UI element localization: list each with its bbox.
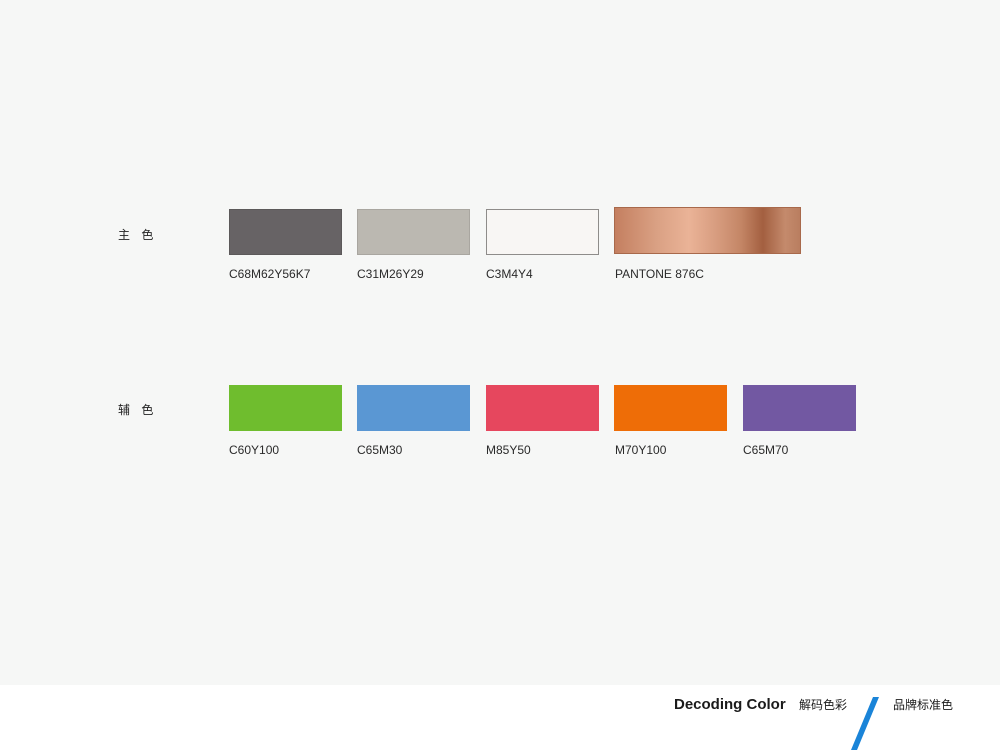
swatch-code-primary-3: C3M4Y4	[486, 267, 533, 281]
swatch-primary-4-copper	[614, 207, 801, 254]
swatch-code-secondary-1: C60Y100	[229, 443, 280, 457]
swatch-code-secondary-4: M70Y100	[615, 443, 667, 457]
swatch-code-secondary-2: C65M30	[357, 443, 403, 457]
swatch-primary-2	[357, 209, 470, 255]
secondary-color-label: 辅 色	[118, 403, 158, 417]
swatch-secondary-1	[229, 385, 342, 431]
swatch-secondary-3	[486, 385, 599, 431]
primary-color-label: 主 色	[118, 228, 158, 242]
swatch-code-primary-1: C68M62Y56K7	[229, 267, 311, 281]
footer-section-title: 品牌标准色	[893, 698, 954, 712]
swatch-secondary-5	[743, 385, 856, 431]
footer-title: Decoding Color	[674, 696, 786, 713]
swatch-code-primary-4: PANTONE 876C	[615, 267, 704, 281]
swatch-code-primary-2: C31M26Y29	[357, 267, 424, 281]
swatch-secondary-2	[357, 385, 470, 431]
swatch-primary-1	[229, 209, 342, 255]
swatch-code-secondary-5: C65M70	[743, 443, 789, 457]
swatch-code-secondary-3: M85Y50	[486, 443, 531, 457]
swatch-secondary-4	[614, 385, 727, 431]
swatch-primary-3	[486, 209, 599, 255]
footer-slash-divider	[851, 697, 879, 750]
footer-bar: Decoding Color 解码色彩 品牌标准色	[0, 685, 1000, 750]
footer-title-cn: 解码色彩	[799, 698, 848, 712]
